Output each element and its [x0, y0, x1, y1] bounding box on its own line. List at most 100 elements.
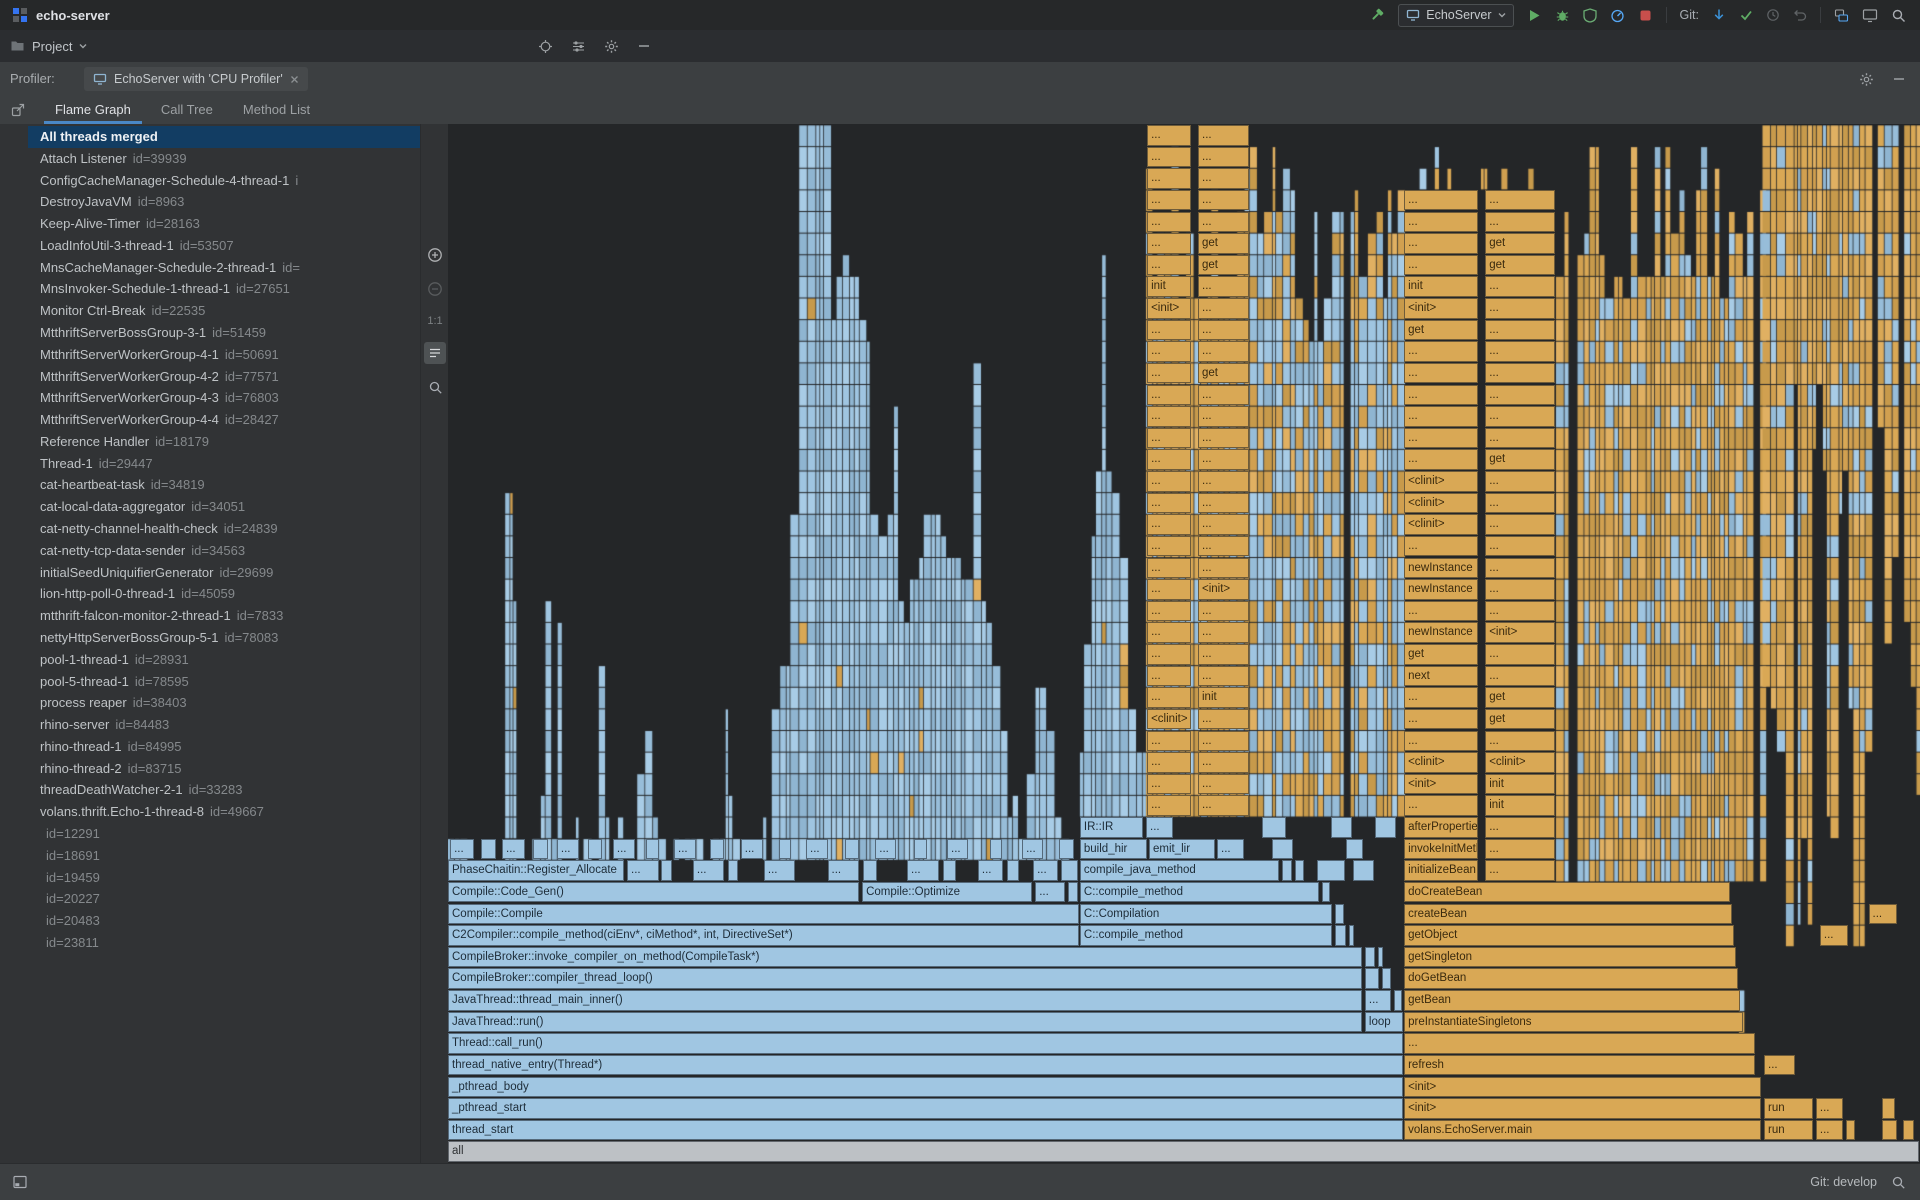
flame-bar[interactable]: ... [1022, 839, 1043, 860]
flame-bar[interactable]: ... [1198, 493, 1249, 514]
flame-bar[interactable]: ... [1485, 817, 1555, 838]
flame-bar[interactable]: ... [1404, 709, 1478, 730]
flame-bar[interactable]: init [1485, 795, 1555, 816]
flame-bar[interactable] [990, 839, 1002, 860]
flame-bar[interactable]: ... [1035, 882, 1065, 903]
flame-bar[interactable]: ... [627, 860, 659, 881]
flame-bar[interactable]: CompileBroker::invoke_compiler_on_method… [448, 947, 1362, 968]
stop-button-icon[interactable] [1638, 8, 1653, 23]
flame-bar[interactable] [779, 839, 792, 860]
flame-bar[interactable]: ... [1485, 514, 1555, 535]
hide-panel-minus-icon[interactable] [1892, 72, 1906, 86]
flame-bar[interactable]: ... [875, 839, 896, 860]
flame-bar[interactable] [1068, 882, 1078, 903]
flame-bar[interactable]: get [1485, 709, 1555, 730]
history-clock-icon[interactable] [1766, 8, 1780, 22]
flame-bar[interactable] [533, 839, 548, 860]
hide-panel-minus-icon[interactable] [637, 39, 651, 53]
flame-bar[interactable]: _pthread_body [448, 1077, 1403, 1098]
flame-bar[interactable]: all [448, 1141, 1919, 1162]
coverage-shield-icon[interactable] [1583, 8, 1597, 23]
flame-bar[interactable]: ... [1147, 774, 1191, 795]
flame-bar[interactable]: ... [764, 860, 796, 881]
flame-bar[interactable]: afterPropertiesSet [1404, 817, 1478, 838]
thread-row[interactable]: cat-netty-tcp-data-senderid=34563 [28, 540, 420, 562]
flame-bar[interactable]: ... [1147, 168, 1191, 189]
thread-row[interactable]: rhino-thread-1id=84995 [28, 736, 420, 758]
flame-bar[interactable] [1262, 817, 1286, 838]
flame-bar[interactable] [1882, 1098, 1895, 1119]
thread-row[interactable]: MtthriftServerWorkerGroup-4-4id=28427 [28, 409, 420, 431]
tab-flame-graph[interactable]: Flame Graph [40, 96, 146, 124]
flame-bar[interactable]: ... [1147, 320, 1191, 341]
flame-bar[interactable]: ... [1147, 601, 1191, 622]
flame-bar[interactable]: <init> [1485, 622, 1555, 643]
flame-bar[interactable]: <clinit> [1404, 752, 1478, 773]
flame-bar[interactable] [1322, 882, 1330, 903]
flame-bar[interactable]: thread_native_entry(Thread*) [448, 1055, 1403, 1076]
zoom-out-button[interactable] [424, 278, 446, 300]
profiler-session-tab[interactable]: EchoServer with 'CPU Profiler' [84, 67, 308, 91]
flame-bar[interactable]: ... [1147, 190, 1191, 211]
flame-bar[interactable]: ... [613, 839, 636, 860]
thread-row[interactable]: MtthriftServerBossGroup-3-1id=51459 [28, 322, 420, 344]
flame-bar[interactable]: loop [1365, 1012, 1403, 1033]
flame-bar[interactable]: ... [1217, 839, 1244, 860]
flame-bar[interactable] [1882, 1120, 1897, 1141]
thread-row[interactable]: lion-http-poll-0-thread-1id=45059 [28, 583, 420, 605]
flame-bar[interactable]: ... [1198, 622, 1249, 643]
thread-row[interactable]: pool-5-thread-1id=78595 [28, 671, 420, 693]
flame-bar[interactable]: ... [1404, 687, 1478, 708]
flame-bar[interactable]: ... [806, 839, 828, 860]
flame-bar[interactable]: get [1485, 449, 1555, 470]
flame-bar[interactable]: ... [1147, 449, 1191, 470]
flame-bar[interactable]: doCreateBean [1404, 882, 1730, 903]
flame-bar[interactable] [1353, 860, 1374, 881]
flame-bar[interactable]: createBean [1404, 904, 1732, 925]
flame-bar[interactable]: Thread::call_run() [448, 1033, 1403, 1054]
flame-bar[interactable]: initializeBean [1404, 860, 1478, 881]
build-hammer-icon[interactable] [1369, 7, 1385, 23]
tab-call-tree[interactable]: Call Tree [146, 96, 228, 124]
flame-bar[interactable]: <init> [1404, 1098, 1761, 1119]
tool-window-toggle-icon[interactable] [12, 1174, 28, 1190]
flame-bar[interactable]: ... [1198, 795, 1249, 816]
flame-bar[interactable]: ... [907, 860, 939, 881]
flame-bar[interactable]: get [1198, 255, 1249, 276]
flame-bar[interactable]: <clinit> [1404, 493, 1478, 514]
git-branch-widget[interactable]: Git: develop [1810, 1175, 1877, 1189]
thread-row[interactable]: cat-netty-channel-health-checkid=24839 [28, 518, 420, 540]
flame-bar[interactable]: ... [1404, 385, 1478, 406]
thread-row[interactable]: MnsInvoker-Schedule-1-thread-1id=27651 [28, 278, 420, 300]
flame-bar[interactable] [1317, 860, 1345, 881]
flame-bar[interactable] [1059, 839, 1074, 860]
open-in-new-window-icon[interactable] [10, 102, 26, 118]
flame-bar[interactable] [1365, 968, 1379, 989]
flame-bar[interactable]: ... [1404, 341, 1478, 362]
flame-bar[interactable]: invokeInitMethods [1404, 839, 1478, 860]
flame-bar[interactable]: ... [1485, 558, 1555, 579]
flame-bar[interactable]: ... [1404, 428, 1478, 449]
flame-bar[interactable]: ... [1147, 428, 1191, 449]
flame-bar[interactable]: ... [1404, 536, 1478, 557]
flame-bar[interactable]: ... [1147, 666, 1191, 687]
flame-bar[interactable] [1335, 904, 1344, 925]
flame-bar[interactable]: get [1404, 644, 1478, 665]
thread-row[interactable]: threadDeathWatcher-2-1id=33283 [28, 779, 420, 801]
thread-row[interactable]: nettyHttpServerBossGroup-5-1id=78083 [28, 627, 420, 649]
flame-bar[interactable]: init [1485, 774, 1555, 795]
flame-bar[interactable]: getSingleton [1404, 947, 1736, 968]
flame-bar[interactable]: C::compile_method [1080, 882, 1319, 903]
flame-bar[interactable]: run [1764, 1098, 1813, 1119]
flame-bar[interactable]: ... [1147, 471, 1191, 492]
flame-bar[interactable]: Compile::Optimize [862, 882, 1032, 903]
flame-bar[interactable]: ... [1404, 190, 1478, 211]
flame-bar[interactable]: ... [1147, 255, 1191, 276]
flame-bar[interactable]: Compile::Code_Gen() [448, 882, 859, 903]
flame-bar[interactable]: ... [1198, 320, 1249, 341]
git-commit-check-icon[interactable] [1739, 8, 1753, 22]
flame-bar[interactable]: newInstance [1404, 579, 1478, 600]
flame-bar[interactable]: ... [1198, 212, 1249, 233]
flame-bar[interactable] [1382, 968, 1391, 989]
thread-row[interactable]: Attach Listenerid=39939 [28, 148, 420, 170]
